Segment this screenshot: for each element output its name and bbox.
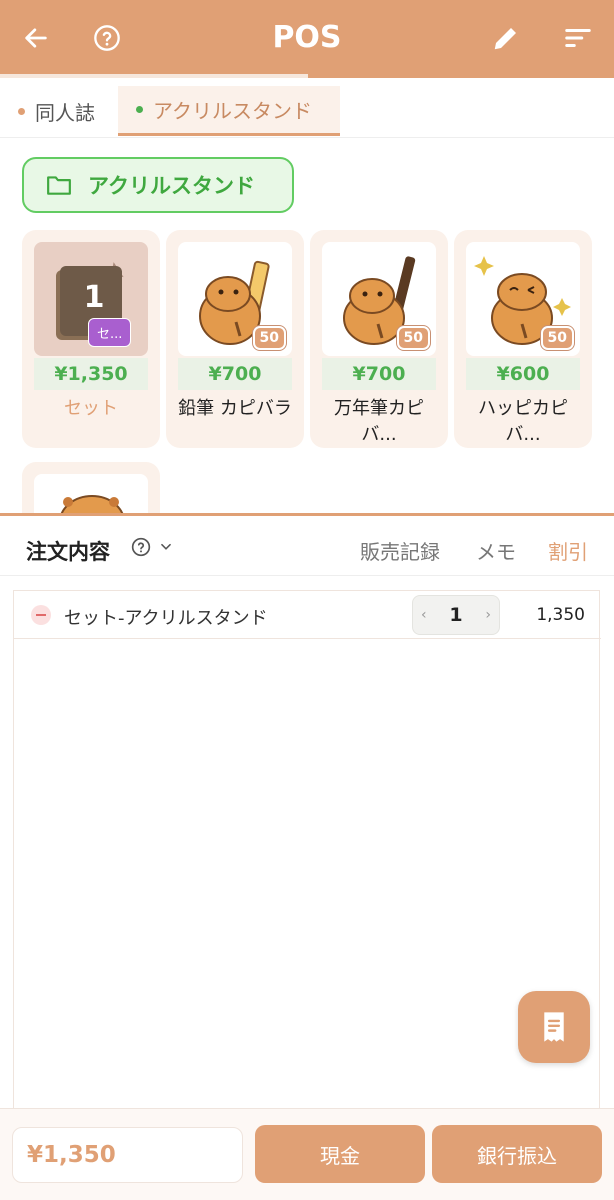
stock-badge: 50 (540, 326, 574, 350)
product-price: ¥700 (322, 358, 436, 390)
tab-dot (136, 106, 143, 113)
order-item-name: セット-アクリルスタンド (64, 608, 268, 629)
tab-label: アクリルスタンド (153, 99, 312, 123)
order-item-total: 1,350 (536, 605, 585, 625)
stock-badge: 50 (252, 326, 286, 350)
tab-dot (18, 107, 25, 115)
tab-memo[interactable]: メモ (476, 536, 516, 565)
folder-icon (47, 176, 71, 195)
bank-transfer-button[interactable]: 銀行振込 (432, 1125, 602, 1183)
total-amount: ¥1,350 (12, 1127, 243, 1183)
chevron-right-icon[interactable]: › (485, 607, 491, 623)
product-name: ハッピカピバ... (478, 398, 568, 445)
checkout-bar: ¥1,350 現金 銀行振込 (0, 1108, 614, 1200)
order-title-label: 注文内容 (26, 540, 110, 564)
tab-label: 同人誌 (35, 100, 95, 125)
product-name: 万年筆カピバ... (334, 398, 424, 445)
product-thumb: 50 (322, 242, 436, 356)
set-tag: セ... (88, 318, 132, 347)
folder-chip[interactable]: アクリルスタンド (22, 157, 294, 213)
receipt-icon (544, 1012, 564, 1042)
product-thumb: 50 (466, 242, 580, 356)
minus-icon (36, 614, 46, 616)
product-thumb (34, 474, 148, 513)
folder-label: アクリルスタンド (88, 174, 255, 198)
receipt-button[interactable] (518, 991, 590, 1063)
order-title[interactable]: 注文内容 (26, 536, 110, 566)
order-list: セット-アクリルスタンド ‹ 1 › 1,350 (13, 590, 601, 1108)
cash-button[interactable]: 現金 (255, 1125, 425, 1183)
order-item-row: セット-アクリルスタンド ‹ 1 › 1,350 (14, 591, 601, 639)
stock-badge: 50 (396, 326, 430, 350)
chevron-down-icon[interactable] (159, 540, 173, 554)
set-count: 1 (83, 280, 105, 315)
product-card-partial[interactable] (22, 462, 160, 513)
quantity-value: 1 (449, 604, 463, 626)
product-thumb: 1 セ... (34, 242, 148, 356)
capybara-partial-illustration (60, 495, 124, 513)
app-header: POS (0, 0, 614, 78)
category-tabs: 同人誌 アクリルスタンド (0, 82, 614, 138)
panel-divider (0, 513, 614, 516)
sort-icon (565, 29, 591, 47)
tab-discount[interactable]: 割引 (548, 536, 588, 565)
product-price: ¥700 (178, 358, 292, 390)
tab-doujinshi[interactable]: 同人誌 (18, 86, 113, 136)
product-card-pencil-capybara[interactable]: 50 ¥700 鉛筆 カピバラ (166, 230, 304, 448)
remove-item-button[interactable] (31, 605, 51, 625)
product-price: ¥600 (466, 358, 580, 390)
tab-acrylic-stand[interactable]: アクリルスタンド (118, 86, 340, 136)
sort-button[interactable] (558, 18, 598, 58)
pencil-icon (494, 28, 516, 50)
product-card-happy-capybara[interactable]: 50 ¥600 ハッピカピバ... (454, 230, 592, 448)
help-circle-icon[interactable] (131, 537, 151, 557)
product-card-fountain-pen-capybara[interactable]: 50 ¥700 万年筆カピバ... (310, 230, 448, 448)
edit-button[interactable] (486, 18, 526, 58)
quantity-stepper[interactable]: ‹ 1 › (412, 595, 500, 635)
product-price: ¥1,350 (34, 358, 148, 390)
header-progress (0, 74, 308, 78)
product-name: セット (64, 398, 118, 419)
product-thumb: 50 (178, 242, 292, 356)
order-header: 注文内容 販売記録 メモ 割引 (0, 520, 614, 576)
product-card-set[interactable]: 1 セ... ¥1,350 セット (22, 230, 160, 448)
product-name: 鉛筆 カピバラ (178, 398, 292, 419)
chevron-left-icon[interactable]: ‹ (421, 607, 427, 623)
tab-sales-history[interactable]: 販売記録 (360, 536, 440, 565)
